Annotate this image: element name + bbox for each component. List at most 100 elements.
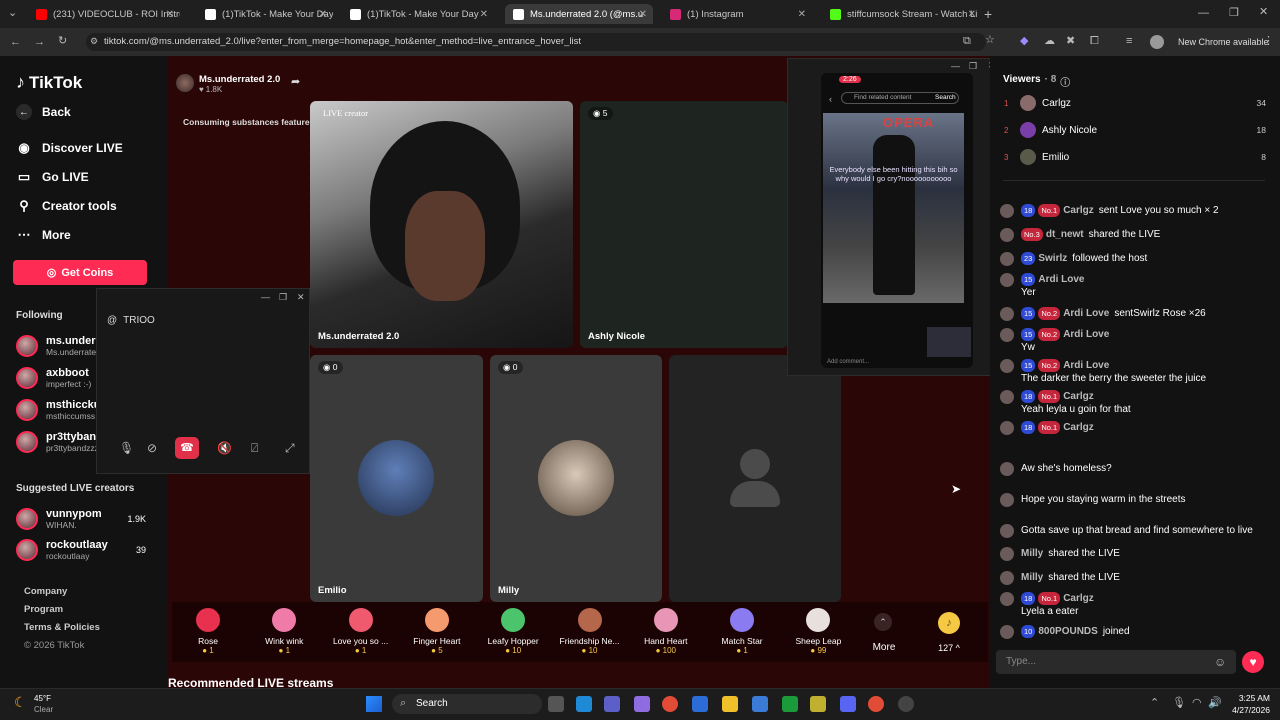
chat-username[interactable]: Swirlz	[1038, 253, 1067, 264]
chat-username[interactable]: Carlgz	[1063, 422, 1094, 433]
empty-guest-cell[interactable]	[669, 355, 841, 602]
tray-chevron-icon[interactable]: ⌃	[1150, 698, 1159, 709]
copilot-icon[interactable]	[634, 696, 650, 712]
gift-item[interactable]: Rose ● 1	[178, 608, 238, 655]
guest-cell-emilio[interactable]: ◉ 0 Emilio	[310, 355, 483, 602]
chat-message[interactable]: 15 Ardi Love Yer	[1000, 273, 1272, 299]
chrome-icon[interactable]	[868, 696, 884, 712]
screen-share-off-icon[interactable]: ⍁	[251, 442, 258, 454]
gift-item[interactable]: Leafy Hopper ● 10	[483, 608, 543, 655]
url-field[interactable]: tiktok.com/@ms.underrated_2.0/live?enter…	[86, 33, 986, 51]
chrome-icon[interactable]	[662, 696, 678, 712]
browser-tab[interactable]: (231) VIDEOCLUB - ROI Instrum ✕	[28, 4, 180, 24]
app-icon[interactable]	[810, 696, 826, 712]
chat-message[interactable]: Milly shared the LIVE	[1000, 547, 1272, 561]
chat-message[interactable]: 18 No.1 Carlgz	[1000, 421, 1272, 435]
gift-item[interactable]: Friendship Ne... ● 10	[560, 608, 620, 655]
edge-icon[interactable]	[576, 696, 592, 712]
taskbar-search[interactable]: ⌕ Search	[392, 694, 542, 714]
gift-item[interactable]: Wink wink ● 1	[254, 608, 314, 655]
extension-icon[interactable]: ☁	[1044, 36, 1055, 47]
kebab-menu-icon[interactable]: ⋮	[1263, 36, 1274, 47]
gift-item[interactable]: Hand Heart ● 100	[636, 608, 696, 655]
chat-message[interactable]: 15 No.2 Ardi Love sentSwirlz Rose ×26	[1000, 307, 1272, 321]
gift-more-icon[interactable]: ⌃	[874, 613, 892, 631]
xbox-icon[interactable]	[782, 696, 798, 712]
maximize-icon[interactable]: ❐	[1229, 8, 1239, 19]
bookmark-star-icon[interactable]: ☆	[985, 35, 995, 46]
chat-username[interactable]: dt_newt	[1046, 229, 1084, 240]
viewer-row[interactable]: 2 Ashly Nicole 18	[1004, 122, 1266, 138]
emoji-icon[interactable]: ☺	[1214, 656, 1226, 668]
share-icon[interactable]: ➦	[291, 77, 300, 88]
chat-message[interactable]: 15 No.2 Ardi Love The darker the berry the …	[1000, 359, 1272, 385]
chat-message[interactable]: Gotta save up that bread and find somewh…	[1000, 524, 1272, 538]
profile-avatar[interactable]	[1150, 35, 1164, 49]
chat-message[interactable]: No.3 dt_newt shared the LIVE	[1000, 228, 1272, 242]
tab-close-icon[interactable]: ✕	[798, 9, 806, 20]
open-in-app-icon[interactable]: ⧉	[963, 36, 971, 47]
following-item[interactable]: pr3ttyban pr3ttybandzzz	[16, 431, 99, 453]
host-video-cell[interactable]: LIVE creator Ms.underrated 2.0	[310, 101, 573, 348]
browser-tab[interactable]: (1)TikTok - Make Your Day ✕	[342, 4, 494, 24]
gift-item[interactable]: Finger Heart ● 5	[407, 608, 467, 655]
chat-message[interactable]: Milly shared the LIVE	[1000, 571, 1272, 585]
host-avatar[interactable]	[176, 74, 194, 92]
chat-username[interactable]: Carlgz	[1063, 391, 1094, 402]
browser-tab[interactable]: stiffcumsock Stream - Watch Li ✕	[822, 4, 982, 24]
phone-thumbnail[interactable]	[927, 327, 971, 357]
tiktok-logo[interactable]: ♪ TikTok	[16, 72, 82, 93]
back-arrow-icon[interactable]: ←	[10, 37, 21, 48]
browser-tab[interactable]: (1) Instagram ✕	[662, 4, 812, 24]
tab-close-icon[interactable]: ✕	[968, 9, 976, 20]
maximize-icon[interactable]: ❐	[279, 293, 287, 302]
tab-close-icon[interactable]: ✕	[166, 9, 174, 20]
chat-message[interactable]: 23 Swirlz followed the host	[1000, 252, 1272, 266]
minimize-icon[interactable]: —	[951, 62, 960, 71]
mic-icon[interactable]: 🎙	[119, 442, 134, 454]
chat-username[interactable]: Ardi Love	[1063, 329, 1109, 340]
chat-username[interactable]: Milly	[1021, 548, 1043, 559]
sidebar-nav-item[interactable]: ⋯ More	[16, 227, 71, 243]
sidebar-nav-item[interactable]: ⚲ Creator tools	[16, 198, 116, 214]
tab-close-icon[interactable]: ✕	[319, 9, 327, 20]
gift-item[interactable]: Love you so ... ● 1	[331, 608, 391, 655]
chat-username[interactable]: Ardi Love	[1038, 274, 1084, 285]
chat-username[interactable]: Milly	[1021, 572, 1043, 583]
back-arrow-icon[interactable]: ‹	[829, 95, 832, 104]
info-icon[interactable]: ⓘ	[1060, 74, 1070, 89]
wifi-icon[interactable]: ◠	[1192, 698, 1202, 709]
footer-link[interactable]: Program	[24, 604, 63, 615]
chat-message[interactable]: 18 No.1 Carlgz Yeah leyla u goin for that	[1000, 390, 1272, 416]
chat-message[interactable]: 18 No.1 Carlgz Lyela a eater	[1000, 592, 1272, 618]
chat-username[interactable]: Ardi Love	[1063, 360, 1109, 371]
chrome-update-label[interactable]: New Chrome available	[1178, 37, 1269, 47]
close-icon[interactable]: ✕	[297, 293, 305, 302]
expand-icon[interactable]: ⤢	[285, 442, 295, 454]
coin-balance[interactable]: 127 ^	[932, 643, 966, 653]
app-icon[interactable]	[898, 696, 914, 712]
like-heart-button[interactable]: ♥	[1242, 651, 1264, 673]
chat-username[interactable]: 800POUNDS	[1038, 626, 1097, 637]
weather-condition[interactable]: Clear	[34, 705, 53, 714]
viewer-row[interactable]: 1 Carlgz 34	[1004, 95, 1266, 111]
teams-icon[interactable]	[604, 696, 620, 712]
task-view-icon[interactable]	[548, 696, 564, 712]
maximize-icon[interactable]: ❐	[969, 62, 977, 71]
chat-input[interactable]: Type...	[996, 650, 1236, 674]
footer-link[interactable]: Terms & Policies	[24, 622, 100, 633]
coin-balance-icon[interactable]: ♪	[938, 612, 960, 634]
tab-list-icon[interactable]: ⌄	[8, 8, 17, 19]
viewer-row[interactable]: 3 Emilio 8	[1004, 149, 1266, 165]
weather-icon[interactable]: ☾	[14, 695, 27, 709]
clock-time[interactable]: 3:25 AM	[1226, 693, 1270, 703]
chat-message[interactable]: 10 800POUNDS joined	[1000, 625, 1272, 639]
speaker-mute-icon[interactable]: 🔇	[217, 442, 232, 454]
chat-message[interactable]: 18 No.1 Carlgz sent Love you so much × 2	[1000, 204, 1272, 218]
following-item[interactable]: msthiccku msthiccumss	[16, 399, 100, 421]
discord-icon[interactable]	[840, 696, 856, 712]
phone-search-button[interactable]: Search	[935, 94, 956, 101]
mic-icon[interactable]: 🎙	[1172, 698, 1186, 709]
chat-username[interactable]: Ardi Love	[1063, 308, 1109, 319]
tab-close-icon[interactable]: ✕	[480, 9, 488, 20]
